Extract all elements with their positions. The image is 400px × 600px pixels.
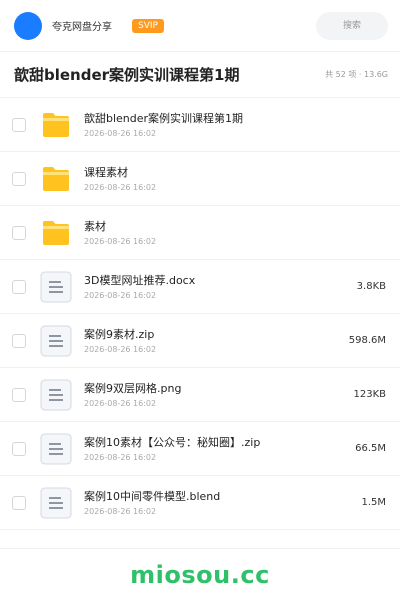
folder-icon: [40, 217, 72, 249]
file-date: 2026-08-26 16:02: [84, 236, 157, 246]
file-date: 2026-08-26 16:02: [84, 344, 157, 354]
file-list: 歆甜blender案例实训课程第1期 2026-08-26 16:02 课程素材…: [0, 98, 400, 530]
brand-name: 夸克网盘分享: [52, 22, 112, 33]
row-checkbox[interactable]: [12, 171, 26, 186]
svip-badge: SVIP: [132, 18, 164, 33]
page-title: 歆甜blender案例实训课程第1期: [14, 66, 240, 84]
row-checkbox[interactable]: [12, 279, 26, 294]
search-input[interactable]: [316, 11, 388, 40]
file-row[interactable]: 案例9素材.zip 2026-08-26 16:02 598.6M: [0, 314, 400, 368]
row-checkbox[interactable]: [12, 225, 26, 240]
document-icon: [40, 433, 72, 465]
folder-icon: [40, 163, 72, 195]
file-row[interactable]: 歆甜blender案例实训课程第1期 2026-08-26 16:02: [0, 98, 400, 152]
file-size: 598.6M: [348, 335, 386, 346]
avatar[interactable]: [14, 11, 42, 40]
file-row[interactable]: 案例9双层网格.png 2026-08-26 16:02 123KB: [0, 368, 400, 422]
file-size: 3.8KB: [356, 281, 386, 292]
file-size: 123KB: [353, 389, 386, 400]
file-row[interactable]: 案例10中间零件模型.blend 2026-08-26 16:02 1.5M: [0, 476, 400, 530]
file-date: 2026-08-26 16:02: [84, 506, 157, 516]
file-size: 1.5M: [361, 497, 386, 508]
file-date: 2026-08-26 16:02: [84, 398, 157, 408]
title-bar: 歆甜blender案例实训课程第1期 共 52 项 · 13.6G: [0, 52, 400, 98]
file-name: 素材: [84, 219, 106, 233]
row-checkbox[interactable]: [12, 495, 26, 510]
file-name: 案例10素材【公众号：秘知圈】.zip: [84, 435, 261, 449]
row-checkbox[interactable]: [12, 117, 26, 132]
file-name: 歆甜blender案例实训课程第1期: [84, 111, 244, 125]
document-icon: [40, 487, 72, 519]
file-date: 2026-08-26 16:02: [84, 290, 157, 300]
header: 夸克网盘分享 SVIP: [0, 0, 400, 52]
file-name: 课程素材: [84, 165, 128, 179]
watermark-text: miosou.cc: [130, 560, 270, 589]
row-checkbox[interactable]: [12, 333, 26, 348]
file-row[interactable]: 3D模型网址推荐.docx 2026-08-26 16:02 3.8KB: [0, 260, 400, 314]
file-name: 案例10中间零件模型.blend: [84, 489, 221, 503]
folder-icon: [40, 109, 72, 141]
file-row[interactable]: 案例10素材【公众号：秘知圈】.zip 2026-08-26 16:02 66.…: [0, 422, 400, 476]
file-row[interactable]: 素材 2026-08-26 16:02: [0, 206, 400, 260]
file-size: 66.5M: [355, 443, 386, 454]
file-date: 2026-08-26 16:02: [84, 452, 157, 462]
file-name: 3D模型网址推荐.docx: [84, 273, 196, 287]
document-icon: [40, 271, 72, 303]
file-row[interactable]: 课程素材 2026-08-26 16:02: [0, 152, 400, 206]
file-name: 案例9双层网格.png: [84, 381, 182, 395]
file-date: 2026-08-26 16:02: [84, 128, 157, 138]
document-icon: [40, 325, 72, 357]
file-date: 2026-08-26 16:02: [84, 182, 157, 192]
file-name: 案例9素材.zip: [84, 327, 155, 341]
row-checkbox[interactable]: [12, 387, 26, 402]
row-checkbox[interactable]: [12, 441, 26, 456]
share-meta: 共 52 项 · 13.6G: [325, 70, 388, 79]
footer: miosou.cc: [0, 548, 400, 600]
document-icon: [40, 379, 72, 411]
